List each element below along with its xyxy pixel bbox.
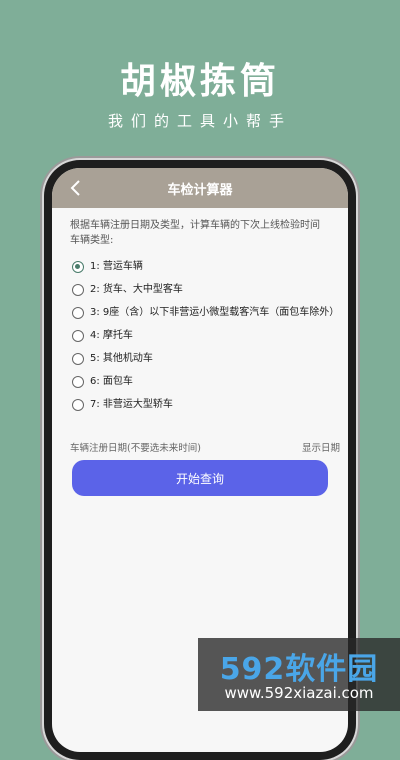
option-motorcycle[interactable]: 4: 摩托车 bbox=[72, 329, 340, 343]
radio-button[interactable] bbox=[72, 307, 84, 319]
page-title: 车检计算器 bbox=[167, 182, 233, 198]
radio-button[interactable] bbox=[72, 330, 84, 342]
promo-title: 胡椒拣筒 bbox=[119, 61, 280, 102]
option-label: 7: 非营运大型轿车 bbox=[90, 399, 173, 410]
option-label: 6: 面包车 bbox=[90, 376, 133, 387]
option-large-car[interactable]: 7: 非营运大型轿车 bbox=[72, 398, 340, 412]
promo-subtitle: 我们的工具小帮手 bbox=[107, 112, 292, 130]
watermark-logo: 592软件园 bbox=[219, 652, 379, 687]
option-label: 3: 9座（含）以下非营运小微型载客汽车（面包车除外） bbox=[90, 307, 340, 318]
date-picker[interactable]: 显示日期 bbox=[302, 440, 340, 454]
radio-button[interactable] bbox=[72, 353, 84, 365]
registration-date-row: 车辆注册日期(不要选未来时间) 显示日期 bbox=[70, 440, 340, 454]
option-label: 2: 货车、大中型客车 bbox=[90, 284, 183, 295]
radio-button[interactable] bbox=[72, 399, 84, 411]
chevron-left-icon[interactable] bbox=[66, 176, 86, 200]
option-label: 4: 摩托车 bbox=[90, 330, 133, 341]
registration-date-label: 车辆注册日期(不要选未来时间) bbox=[70, 443, 201, 454]
watermark: 592软件园 www.592xiazai.com bbox=[198, 638, 400, 711]
watermark-url: www.592xiazai.com bbox=[224, 684, 374, 702]
radio-button[interactable] bbox=[72, 261, 84, 273]
top-bar: 车检计算器 bbox=[52, 168, 348, 208]
option-other-motor[interactable]: 5: 其他机动车 bbox=[72, 352, 340, 366]
vehicle-type-label: 车辆类型: bbox=[70, 235, 114, 246]
option-label: 5: 其他机动车 bbox=[90, 353, 153, 364]
description-text: 根据车辆注册日期及类型，计算车辆的下次上线检验时间 bbox=[70, 220, 320, 231]
option-van[interactable]: 6: 面包车 bbox=[72, 375, 340, 389]
option-truck-bus[interactable]: 2: 货车、大中型客车 bbox=[72, 283, 340, 297]
option-operating-vehicle[interactable]: 1: 营运车辆 bbox=[72, 260, 340, 274]
radio-button[interactable] bbox=[72, 376, 84, 388]
radio-button[interactable] bbox=[72, 284, 84, 296]
option-small-passenger[interactable]: 3: 9座（含）以下非营运小微型载客汽车（面包车除外） bbox=[72, 306, 340, 320]
option-label: 1: 营运车辆 bbox=[90, 261, 143, 272]
start-query-button[interactable]: 开始查询 bbox=[72, 460, 328, 496]
vehicle-type-options: 1: 营运车辆 2: 货车、大中型客车 3: 9座（含）以下非营运小微型载客汽车… bbox=[72, 260, 340, 421]
description-block: 根据车辆注册日期及类型，计算车辆的下次上线检验时间 车辆类型: bbox=[70, 218, 340, 248]
